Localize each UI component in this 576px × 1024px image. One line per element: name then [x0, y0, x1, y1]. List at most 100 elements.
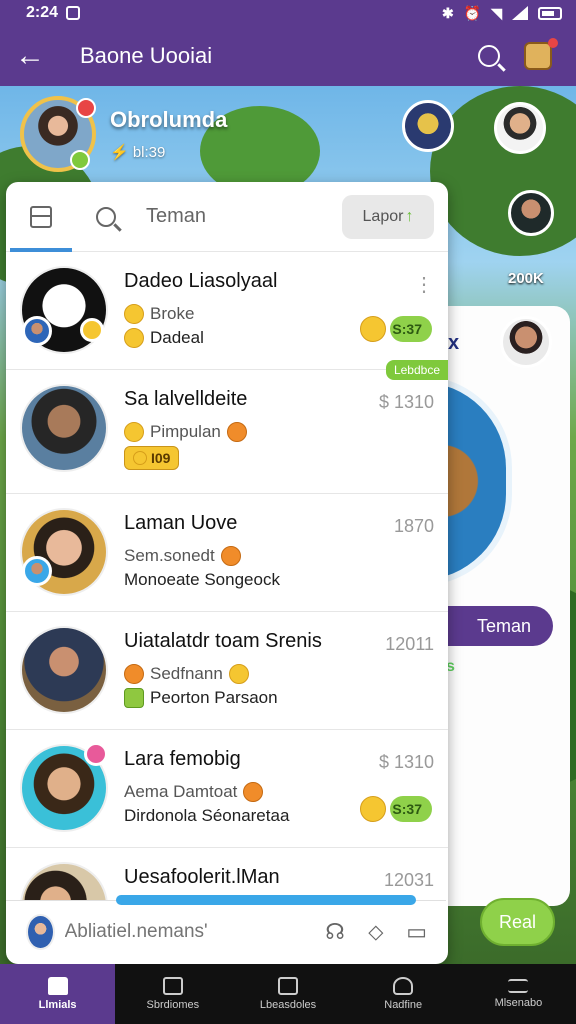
nav-item-media[interactable]: Sbrdiomes: [115, 964, 230, 1024]
mascot-notification-button[interactable]: [514, 26, 562, 86]
headset-icon[interactable]: ☊: [320, 912, 351, 952]
search-icon: [478, 45, 500, 67]
contact-detail: Dirdonola Séonaretaa: [124, 806, 290, 825]
friend-avatar[interactable]: [500, 316, 552, 368]
list-item[interactable]: Dadeo Liasolyaal ⋮ Broke Dadeal S:37: [6, 252, 448, 370]
emoji-icon: [124, 422, 144, 442]
signal-icon: [512, 6, 528, 20]
mascot-icon: [524, 42, 552, 70]
nav-label: Sbrdiomes: [146, 999, 200, 1011]
nav-item-home[interactable]: Llmials: [0, 964, 116, 1024]
search-button[interactable]: [464, 26, 514, 86]
coin-icon: [133, 451, 147, 465]
nav-label: Nadfine: [384, 999, 423, 1011]
emoji-icon: [226, 422, 247, 442]
mini-avatar: [22, 556, 52, 586]
tab-bar: Teman Lapor ↑: [6, 182, 448, 252]
score-pill: S:37: [360, 316, 432, 342]
list-item[interactable]: Lara femobig $ 1310 Aema Damtoat Dirdono…: [6, 730, 448, 848]
score-value: S:37: [392, 321, 422, 337]
contact-status: Aema Damtoat: [124, 782, 238, 801]
list-item[interactable]: Laman Uove 1870 Sem.sonedt Monoeate Song…: [6, 494, 448, 612]
friends-list-card: Teman Lapor ↑ Dadeo Liasolyaal ⋮ Broke D…: [6, 182, 448, 964]
message-icon[interactable]: ▭: [401, 912, 432, 952]
score-value: S:37: [392, 801, 422, 817]
bag-icon: [278, 977, 298, 995]
profile-name: Obrolumda: [110, 107, 228, 132]
lapor-label: Lapor: [362, 207, 404, 225]
wifi-icon: ◥: [491, 4, 502, 21]
coin-icon: [80, 318, 104, 342]
compose-bar: ☊ ⬦ ▭: [6, 895, 446, 962]
bluetooth-icon: ✱: [442, 4, 454, 21]
contact-status: Sedfnann: [150, 664, 223, 683]
list-item[interactable]: Lebdbce Sa lalvelldeite $ 1310 Pimpulan …: [6, 360, 448, 494]
directions-icon[interactable]: ⬦: [360, 912, 391, 952]
search-friends-input[interactable]: [64, 920, 310, 943]
search-icon: [96, 206, 116, 227]
verified-icon: [70, 150, 90, 170]
check-badge-icon: [84, 742, 108, 766]
tab-teman[interactable]: Teman: [136, 205, 342, 228]
nav-item-profile[interactable]: Nadfine: [346, 964, 461, 1024]
contact-detail: Peorton Parsaon: [150, 688, 278, 707]
person-icon: [393, 977, 414, 995]
tab-search[interactable]: [76, 182, 136, 252]
emoji-icon: [220, 546, 241, 566]
contact-status: Pimpulan: [150, 422, 221, 441]
contact-name: Dadeo Liasolyaal: [124, 270, 278, 292]
image-icon: [162, 977, 183, 995]
friend-avatar[interactable]: [494, 102, 546, 154]
nav-item-menu[interactable]: Mlsenabo: [461, 964, 576, 1024]
level-badge: I09: [124, 446, 180, 470]
contact-status: Broke: [150, 304, 195, 323]
app-bar: ← Baone Uooiai: [0, 26, 576, 86]
up-arrow-icon: ↑: [405, 207, 414, 225]
user-avatar[interactable]: [26, 913, 55, 950]
timestamp: 1870: [393, 516, 434, 536]
nav-item-store[interactable]: Lbeasdoles: [230, 964, 345, 1024]
rank-badge-icon: [76, 98, 96, 118]
back-arrow-icon[interactable]: ←: [0, 26, 60, 86]
page-title: Baone Uooiai: [80, 43, 213, 68]
notification-icon: [66, 6, 81, 20]
timestamp: 12031: [383, 870, 434, 890]
list-item[interactable]: Uiatalatdr toam Srenis 12011 Sedfnann Pe…: [6, 612, 448, 730]
profile-avatar[interactable]: [20, 96, 96, 172]
nav-label: Lbeasdoles: [259, 999, 317, 1011]
notification-dot: [548, 38, 558, 48]
close-icon[interactable]: x: [448, 332, 459, 355]
real-button[interactable]: Real: [480, 898, 555, 946]
profile-header[interactable]: Obrolumda ⚡ bl:39: [20, 96, 227, 172]
menu-icon: [508, 979, 529, 993]
lapor-button[interactable]: Lapor ↑: [342, 194, 434, 239]
progress-bar: [116, 895, 416, 905]
nav-label: Llmials: [38, 999, 77, 1011]
score-count: 200K: [508, 270, 544, 287]
contact-detail: Monoeate Songeock: [124, 570, 280, 589]
more-options-icon[interactable]: ⋮: [414, 272, 434, 297]
contact-avatar: [20, 384, 108, 472]
battery-icon: [538, 6, 562, 20]
timestamp: $ 1310: [378, 392, 434, 412]
contact-detail: Dadeal: [150, 328, 204, 347]
friend-avatar[interactable]: [508, 190, 554, 236]
contact-avatar: [20, 626, 108, 714]
profile-subtitle: ⚡ bl:39: [110, 144, 166, 161]
level-value: I09: [151, 450, 171, 466]
star-icon: [124, 304, 144, 324]
friend-avatar[interactable]: [402, 100, 454, 152]
home-icon: [47, 977, 68, 995]
emoji-icon: [243, 782, 264, 802]
status-badge: Lebdbce: [385, 360, 448, 380]
tab-home[interactable]: [6, 182, 76, 252]
emoji-icon: [228, 664, 249, 684]
mini-avatar: [22, 316, 52, 346]
emoji-icon: [124, 664, 144, 684]
window-icon: [30, 205, 52, 228]
plant-icon: [124, 688, 144, 708]
contact-status: Sem.sonedt: [124, 546, 215, 565]
status-bar: 2:24 ✱ ⏰ ◥: [0, 0, 576, 26]
emoji-icon: [124, 328, 144, 348]
bottom-navigation: Llmials Sbrdiomes Lbeasdoles Nadfine Mls…: [0, 964, 576, 1024]
